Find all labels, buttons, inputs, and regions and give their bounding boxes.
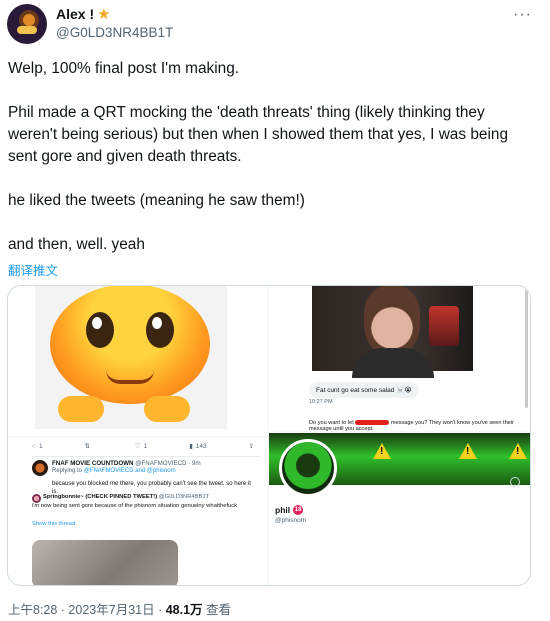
- emoji-eye-left: [86, 312, 114, 348]
- reply-avatar[interactable]: [32, 460, 48, 476]
- author-avatar[interactable]: [7, 4, 47, 44]
- star-icon: ★: [97, 5, 111, 23]
- quoted-header: Springbonnie~ (CHECK PINNED TWEET!) @G0L…: [43, 494, 209, 500]
- media-image-emoji[interactable]: [8, 286, 267, 436]
- reply-count: 1: [38, 442, 43, 450]
- reply-author-handle: @FNAFMOVIECD · 9m: [135, 460, 201, 467]
- age-badge: 18: [293, 505, 304, 515]
- media-image-dm[interactable]: Fat cunt go eat some salad ☠️😭 10:27 PM …: [269, 286, 530, 431]
- tweet-meta: 上午8:28 · 2023年7月31日 · 48.1万 查看: [8, 599, 231, 618]
- dm-timestamp: 10:27 PM: [309, 399, 333, 405]
- emoji-eye-right: [146, 312, 174, 348]
- replying-to-label: Replying to: [52, 468, 83, 474]
- replying-to-link[interactable]: @FNAFMOVIECD and @phisnom: [84, 468, 176, 474]
- more-options-icon[interactable]: ···: [513, 6, 532, 24]
- like-action[interactable]: ♡ 1: [134, 442, 148, 451]
- views-count: 143: [195, 442, 207, 450]
- divider: [32, 456, 260, 457]
- reply-author-name[interactable]: FNAF MOVIE COUNTDOWN: [52, 460, 133, 467]
- views-total: 48.1万: [165, 603, 203, 617]
- replying-to-line: Replying to @FNAFMOVIECD and @phisnom: [52, 468, 176, 474]
- author-display-name[interactable]: Alex !: [56, 6, 94, 22]
- meta-separator: ·: [154, 603, 166, 617]
- warning-sign-icon: [373, 443, 391, 459]
- webcam-person-head: [364, 286, 420, 356]
- views-action[interactable]: ▮ 143: [189, 442, 207, 451]
- emoji-hand-right: [144, 396, 190, 422]
- author-handle[interactable]: @G0LD3NR4BB1T: [56, 25, 173, 40]
- profile-name-row: phil 18: [275, 505, 304, 515]
- tweet-action-bar: ○ 1 ⇅ ♡ 1 ▮ 143 ⇪: [32, 442, 254, 451]
- quoted-media-thumbnail[interactable]: [32, 540, 178, 585]
- views-label: 查看: [202, 603, 232, 617]
- reply-header: FNAF MOVIE COUNTDOWN @FNAFMOVIECD · 9m: [52, 460, 201, 467]
- dm-message-bubble: Fat cunt go eat some salad ☠️😭: [309, 382, 419, 398]
- quoted-author-name: Springbonnie~ (CHECK PINNED TWEET!): [43, 494, 158, 500]
- more-options-icon[interactable]: ···: [510, 477, 520, 487]
- quoted-author-handle: @G0LD3NR4BB1T: [158, 494, 210, 500]
- webcam-person-body: [352, 348, 434, 378]
- media-image-profile[interactable]: ··· phil 18 @phisnom: [269, 433, 530, 585]
- profile-picture[interactable]: [279, 439, 337, 497]
- dm-request-text: Do you want to let message you? They won…: [309, 420, 514, 431]
- profile-handle: @phisnom: [275, 517, 307, 524]
- media-image-reply[interactable]: ○ 1 ⇅ ♡ 1 ▮ 143 ⇪ FNAF MOVIE COUNTDOWN @…: [8, 438, 267, 585]
- warning-sign-icon: [509, 443, 527, 459]
- scrollbar[interactable]: [525, 290, 528, 408]
- quoted-avatar: [32, 494, 41, 503]
- redaction-scribble: [355, 420, 390, 426]
- warning-sign-icon: [459, 443, 477, 459]
- author-name-row: Alex ! ★: [56, 6, 111, 22]
- quoted-tweet[interactable]: Springbonnie~ (CHECK PINNED TWEET!) @G0L…: [32, 494, 238, 534]
- webcam-photo: [312, 286, 473, 378]
- like-icon: ♡: [134, 443, 141, 450]
- tweet-timestamp[interactable]: 上午8:28 · 2023年7月31日: [8, 603, 155, 617]
- media-grid[interactable]: Fat cunt go eat some salad ☠️😭 10:27 PM …: [7, 285, 531, 586]
- shy-emoji-face: [50, 286, 210, 404]
- reply-action[interactable]: ○ 1: [32, 442, 43, 450]
- profile-name: phil: [275, 505, 291, 515]
- emoji-mouth: [106, 370, 154, 384]
- translate-link[interactable]: 翻译推文: [8, 260, 58, 279]
- show-thread-link[interactable]: Show this thread: [32, 521, 75, 527]
- retweet-icon: ⇅: [84, 443, 90, 450]
- like-count: 1: [143, 442, 148, 450]
- share-action[interactable]: ⇪: [249, 442, 254, 450]
- retweet-action[interactable]: ⇅: [84, 442, 92, 450]
- emoji-hand-left: [58, 396, 104, 422]
- quoted-body: i'm now being sent gore because of the p…: [32, 503, 238, 509]
- webcam-led-light: [429, 306, 459, 346]
- views-icon: ▮: [189, 443, 193, 450]
- tweet-text: Welp, 100% final post I'm making. Phil m…: [8, 60, 509, 253]
- share-icon: ⇪: [248, 443, 254, 450]
- reply-icon: ○: [32, 442, 36, 450]
